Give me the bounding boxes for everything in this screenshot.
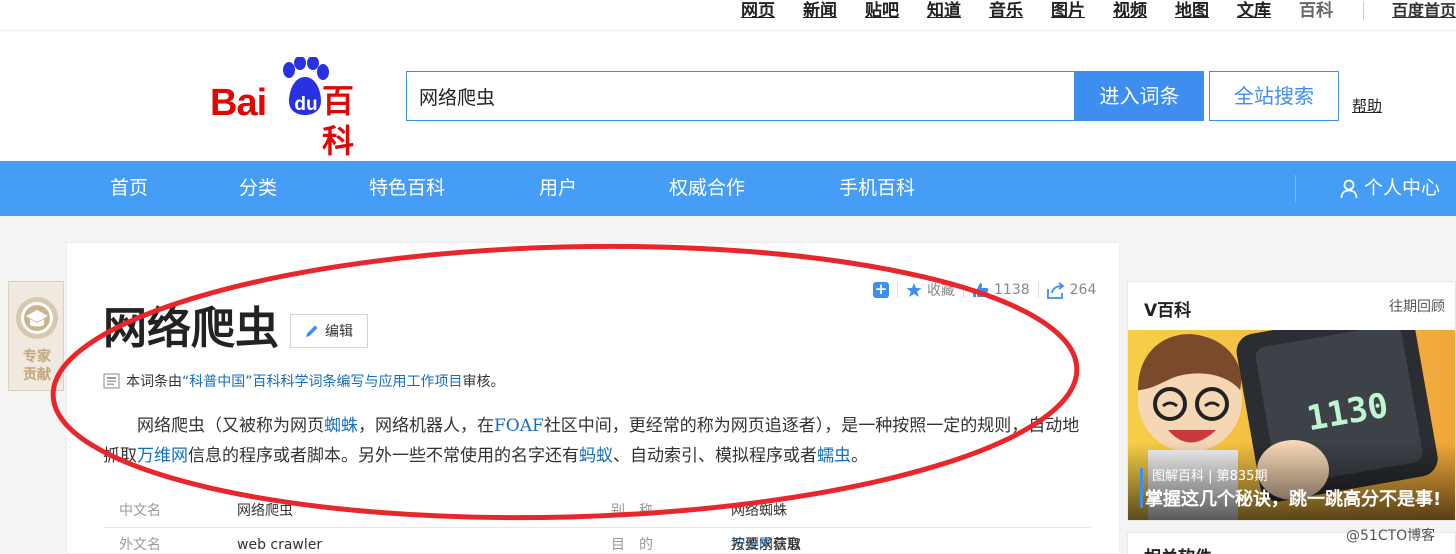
related-software-title: 相关软件 [1144,543,1212,554]
header: Bai du 百科 进入词条 全站搜索 帮助 [0,31,1456,161]
baidu-home-link[interactable]: 百度首页 [1392,0,1456,22]
entry-title: 网络爬虫 [103,303,279,354]
link-ant[interactable]: 蚂蚁 [579,446,613,466]
nav-users[interactable]: 用户 [539,161,577,216]
topnav-video[interactable]: 视频 [1113,0,1147,22]
share-icon [1046,281,1065,299]
star-icon [906,283,922,297]
product-nav: 网页 新闻 贴吧 知道 音乐 图片 视频 地图 文库 百科 百度首页 [741,0,1456,22]
v-baike-card: V百科 往期回顾 1130 图解百科 | 第835期 掌握这几个秘诀，跳一跳高分… [1127,281,1456,521]
review-note: 本词条由 “科普中国”百科科学词条编写与应用工作项目 审核。 [103,371,505,391]
article-content: + 收藏 1138 264 网络爬虫 编辑 本词条由 “科普中国”百科科学词条编… [66,242,1120,554]
info-key: 外文名 [119,537,161,553]
logo-du-text: du [294,94,318,115]
like-button[interactable]: 1138 [972,282,1030,298]
share-button[interactable]: 264 [1046,281,1096,299]
nav-mobile[interactable]: 手机百科 [839,161,915,216]
topnav-map[interactable]: 地图 [1175,0,1209,22]
topnav-web[interactable]: 网页 [741,0,775,22]
baidu-baike-logo[interactable]: Bai du 百科 [210,57,385,160]
topnav-images[interactable]: 图片 [1051,0,1085,22]
past-issues-link[interactable]: 往期回顾 [1389,296,1445,316]
logo-bai-text: Bai [210,82,267,124]
info-value: 按要求获取 万维网 信息 [731,537,801,553]
main-nav: 首页 分类 特色百科 用户 权威合作 手机百科 个人中心 [0,161,1456,216]
info-value: web crawler [237,537,323,553]
review-org-link[interactable]: “科普中国”百科科学词条编写与应用工作项目 [182,371,463,391]
entry-summary: 网络爬虫（又被称为网页蜘蛛，网络机器人，在FOAF社区中间，更经常的称为网页追逐… [103,416,1080,466]
user-center-label: 个人中心 [1364,177,1441,199]
top-bar: 网页 新闻 贴吧 知道 音乐 图片 视频 地图 文库 百科 百度首页 [0,0,1456,31]
topnav-tieba[interactable]: 贴吧 [865,0,899,22]
medal-icon [16,297,58,339]
link-foaf[interactable]: FOAF [494,416,544,436]
topnav-baike-current: 百科 [1298,1,1333,21]
enter-entry-button[interactable]: 进入词条 [1075,71,1204,121]
article-actions: + 收藏 1138 264 [873,279,1096,301]
user-center-link[interactable]: 个人中心 [1340,161,1440,216]
user-icon [1340,179,1358,198]
topnav-news[interactable]: 新闻 [803,0,837,22]
pencil-icon [306,325,318,337]
nav-featured[interactable]: 特色百科 [369,161,445,216]
search-input[interactable] [406,71,1075,121]
document-icon [103,373,120,389]
info-key: 目 的 [611,537,653,553]
topnav-music[interactable]: 音乐 [989,0,1023,22]
collect-button[interactable]: 收藏 [906,280,955,300]
banner-caption-small: 图解百科 | 第835期 [1152,469,1268,484]
banner-caption-title[interactable]: 掌握这几个秘诀，跳一跳高分不是事! [1145,485,1441,511]
link-worm[interactable]: 蠕虫 [817,446,851,466]
nav-home[interactable]: 首页 [110,161,148,216]
edit-button[interactable]: 编辑 [290,314,368,348]
v-baike-title: V百科 [1144,301,1192,321]
help-link[interactable]: 帮助 [1352,95,1382,116]
basic-info-row: 中文名 网络爬虫 别 称 网络蜘蛛 [103,495,1091,528]
expert-contribution-badge[interactable]: 专家 贡献 [8,281,64,391]
topnav-wenku[interactable]: 文库 [1237,0,1271,22]
topnav-divider [1362,2,1364,20]
logo-baike-text: 百科 [322,82,355,160]
info-key: 别 称 [611,503,653,519]
site-search-button[interactable]: 全站搜索 [1209,71,1339,121]
link-spider[interactable]: 蜘蛛 [324,416,358,436]
nav-divider [1295,175,1296,203]
nav-authority[interactable]: 权威合作 [669,161,745,216]
watermark: @51CTO博客 [1346,528,1436,544]
add-icon[interactable]: + [873,282,889,298]
info-key: 中文名 [119,503,161,519]
link-www[interactable]: 万维网 [137,446,188,466]
basic-info-row: 外文名 web crawler 目 的 按要求获取 万维网 信息 [103,529,1091,554]
info-value: 网络爬虫 [237,503,293,519]
expert-badge-text: 专家 贡献 [23,349,51,383]
info-value: 网络蜘蛛 [731,503,787,519]
nav-category[interactable]: 分类 [239,161,277,216]
thumbs-up-icon [973,283,989,297]
topnav-zhidao[interactable]: 知道 [927,0,961,22]
